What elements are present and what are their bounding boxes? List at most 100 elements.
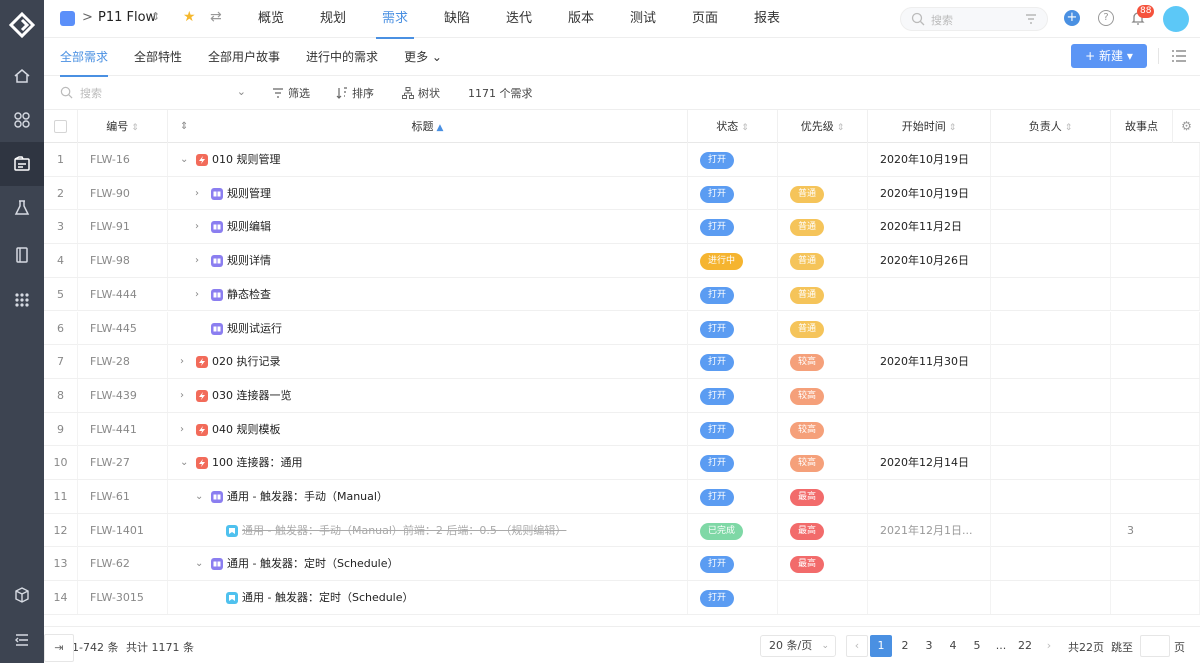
row-code[interactable]: FLW-98 [78,244,168,278]
priority-badge[interactable]: 最高 [790,522,825,540]
priority-badge[interactable]: 较高 [790,421,825,439]
table-row[interactable]: 12 FLW-1401 通用 - 触发器：手动（Manual）前端：2 后端：0.5… [44,513,1200,548]
row-owner[interactable] [991,210,1111,244]
global-search[interactable]: 搜索 [900,7,1048,31]
nav-tab[interactable]: 缺陷 [426,0,488,38]
row-status-cell[interactable]: 打开 [688,345,778,379]
row-title-cell[interactable]: › 020 执行记录 [168,345,688,379]
row-story-points[interactable] [1111,277,1200,311]
expand-all-icon[interactable]: ⇕ [180,110,188,143]
row-title-cell[interactable]: › 规则管理 [168,176,688,210]
row-title-cell[interactable]: › 030 连接器一览 [168,378,688,412]
row-title[interactable]: 通用 - 触发器：手动（Manual） [227,480,388,513]
row-owner[interactable] [991,412,1111,446]
row-start-date[interactable] [868,412,991,446]
row-code[interactable]: FLW-439 [78,378,168,412]
row-owner[interactable] [991,345,1111,379]
status-badge[interactable]: 进行中 [700,253,744,271]
status-badge[interactable]: 打开 [700,421,735,439]
nav-tab[interactable]: 版本 [550,0,612,38]
swap-icon[interactable]: ⇄ [210,9,222,25]
row-title-cell[interactable]: ⌄ 100 连接器：通用 [168,446,688,480]
row-title-cell[interactable]: › 静态检查 [168,277,688,311]
row-title[interactable]: 通用 - 触发器：定时（Schedule） [242,581,414,614]
row-title-cell[interactable]: 通用 - 触发器：定时（Schedule） [168,581,688,615]
status-badge[interactable]: 打开 [700,590,735,608]
row-start-date[interactable]: 2020年10月19日 [868,176,991,210]
row-priority-cell[interactable] [778,581,868,615]
table-row[interactable]: 2 FLW-90 › 规则管理 打开 普通 2020年10月19日 [44,176,1200,211]
add-circle-icon[interactable]: + [1064,10,1080,26]
priority-badge[interactable]: 最高 [790,489,825,506]
table-row[interactable]: 6 FLW-445 规则试运行 打开 普通 [44,311,1200,346]
row-story-points[interactable] [1111,176,1200,210]
page-button[interactable]: 3 [918,635,940,657]
row-owner[interactable] [991,547,1111,581]
row-status-cell[interactable]: 打开 [688,378,778,412]
jump-page-input[interactable] [1140,635,1170,657]
next-page-button[interactable]: › [1038,635,1060,657]
chevron-right-icon[interactable]: › [195,256,205,266]
row-status-cell[interactable]: 进行中 [688,244,778,278]
menu-collapse-icon[interactable] [0,618,44,662]
project-name[interactable]: P11 Flow [98,10,156,25]
row-status-cell[interactable]: 打开 [688,311,778,345]
row-story-points[interactable] [1111,378,1200,412]
row-code[interactable]: FLW-445 [78,311,168,345]
row-start-date[interactable]: 2021年12月1日... [868,513,991,547]
avatar[interactable] [1163,6,1189,32]
priority-badge[interactable]: 较高 [790,455,825,473]
chevron-right-icon[interactable]: › [195,188,205,199]
row-priority-cell[interactable]: 较高 [778,345,868,379]
row-owner[interactable] [991,311,1111,345]
row-priority-cell[interactable] [778,143,868,176]
row-status-cell[interactable]: 打开 [688,446,778,480]
row-owner[interactable] [991,513,1111,547]
sort-button[interactable]: 排序 [336,85,374,101]
row-title[interactable]: 规则编辑 [227,210,271,243]
row-start-date[interactable] [868,480,991,513]
row-owner[interactable] [991,244,1111,278]
row-status-cell[interactable]: 打开 [688,210,778,244]
chevron-down-icon[interactable]: ⌄ [237,85,246,98]
row-owner[interactable] [991,143,1111,176]
book-icon[interactable] [0,233,44,277]
apps-icon[interactable] [0,98,44,142]
row-story-points[interactable] [1111,547,1200,581]
row-status-cell[interactable]: 打开 [688,277,778,311]
header-owner[interactable]: 负责人 ⇕ [991,110,1111,143]
table-row[interactable]: 11 FLW-61 ⌄ 通用 - 触发器：手动（Manual） 打开 最高 [44,480,1200,514]
row-start-date[interactable] [868,277,991,311]
row-start-date[interactable] [868,378,991,412]
table-row[interactable]: 5 FLW-444 › 静态检查 打开 普通 [44,277,1200,312]
status-badge[interactable]: 打开 [700,185,735,203]
table-row[interactable]: 7 FLW-28 › 020 执行记录 打开 较高 2020年11月30日 [44,345,1200,379]
row-priority-cell[interactable]: 最高 [778,547,868,581]
row-story-points[interactable] [1111,311,1200,345]
row-title[interactable]: 通用 - 触发器：定时（Schedule） [227,547,399,580]
nav-tab[interactable]: 报表 [736,0,798,38]
help-icon[interactable]: ? [1098,10,1114,26]
row-story-points[interactable] [1111,480,1200,513]
filter-button[interactable]: 筛选 [272,85,310,101]
list-view-icon[interactable] [1172,50,1186,62]
chevron-down-icon[interactable]: ⌄ [195,559,205,569]
nav-tab[interactable]: 需求 [364,0,426,39]
priority-badge[interactable]: 最高 [790,556,825,574]
row-title-cell[interactable]: 通用 - 触发器：手动（Manual）前端：2 后端：0.5 （规则编辑） [168,513,688,547]
chevron-right-icon[interactable]: › [180,424,190,435]
view-tab[interactable]: 更多 ⌄ [398,38,448,76]
row-start-date[interactable]: 2020年10月19日 [868,143,991,176]
table-search[interactable]: 搜索 ⌄ [60,84,246,102]
row-story-points[interactable] [1111,581,1200,615]
row-status-cell[interactable]: 打开 [688,176,778,210]
header-title[interactable]: ⇕ 标题 ▲ [168,110,688,143]
chevron-right-icon[interactable]: › [195,222,205,232]
priority-badge[interactable]: 普通 [790,320,825,338]
row-start-date[interactable]: 2020年10月26日 [868,244,991,278]
status-badge[interactable]: 打开 [700,152,735,169]
nav-tab[interactable]: 页面 [674,0,736,38]
row-title-cell[interactable]: ⌄ 010 规则管理 [168,143,688,176]
row-owner[interactable] [991,176,1111,210]
status-badge[interactable]: 打开 [700,489,735,506]
